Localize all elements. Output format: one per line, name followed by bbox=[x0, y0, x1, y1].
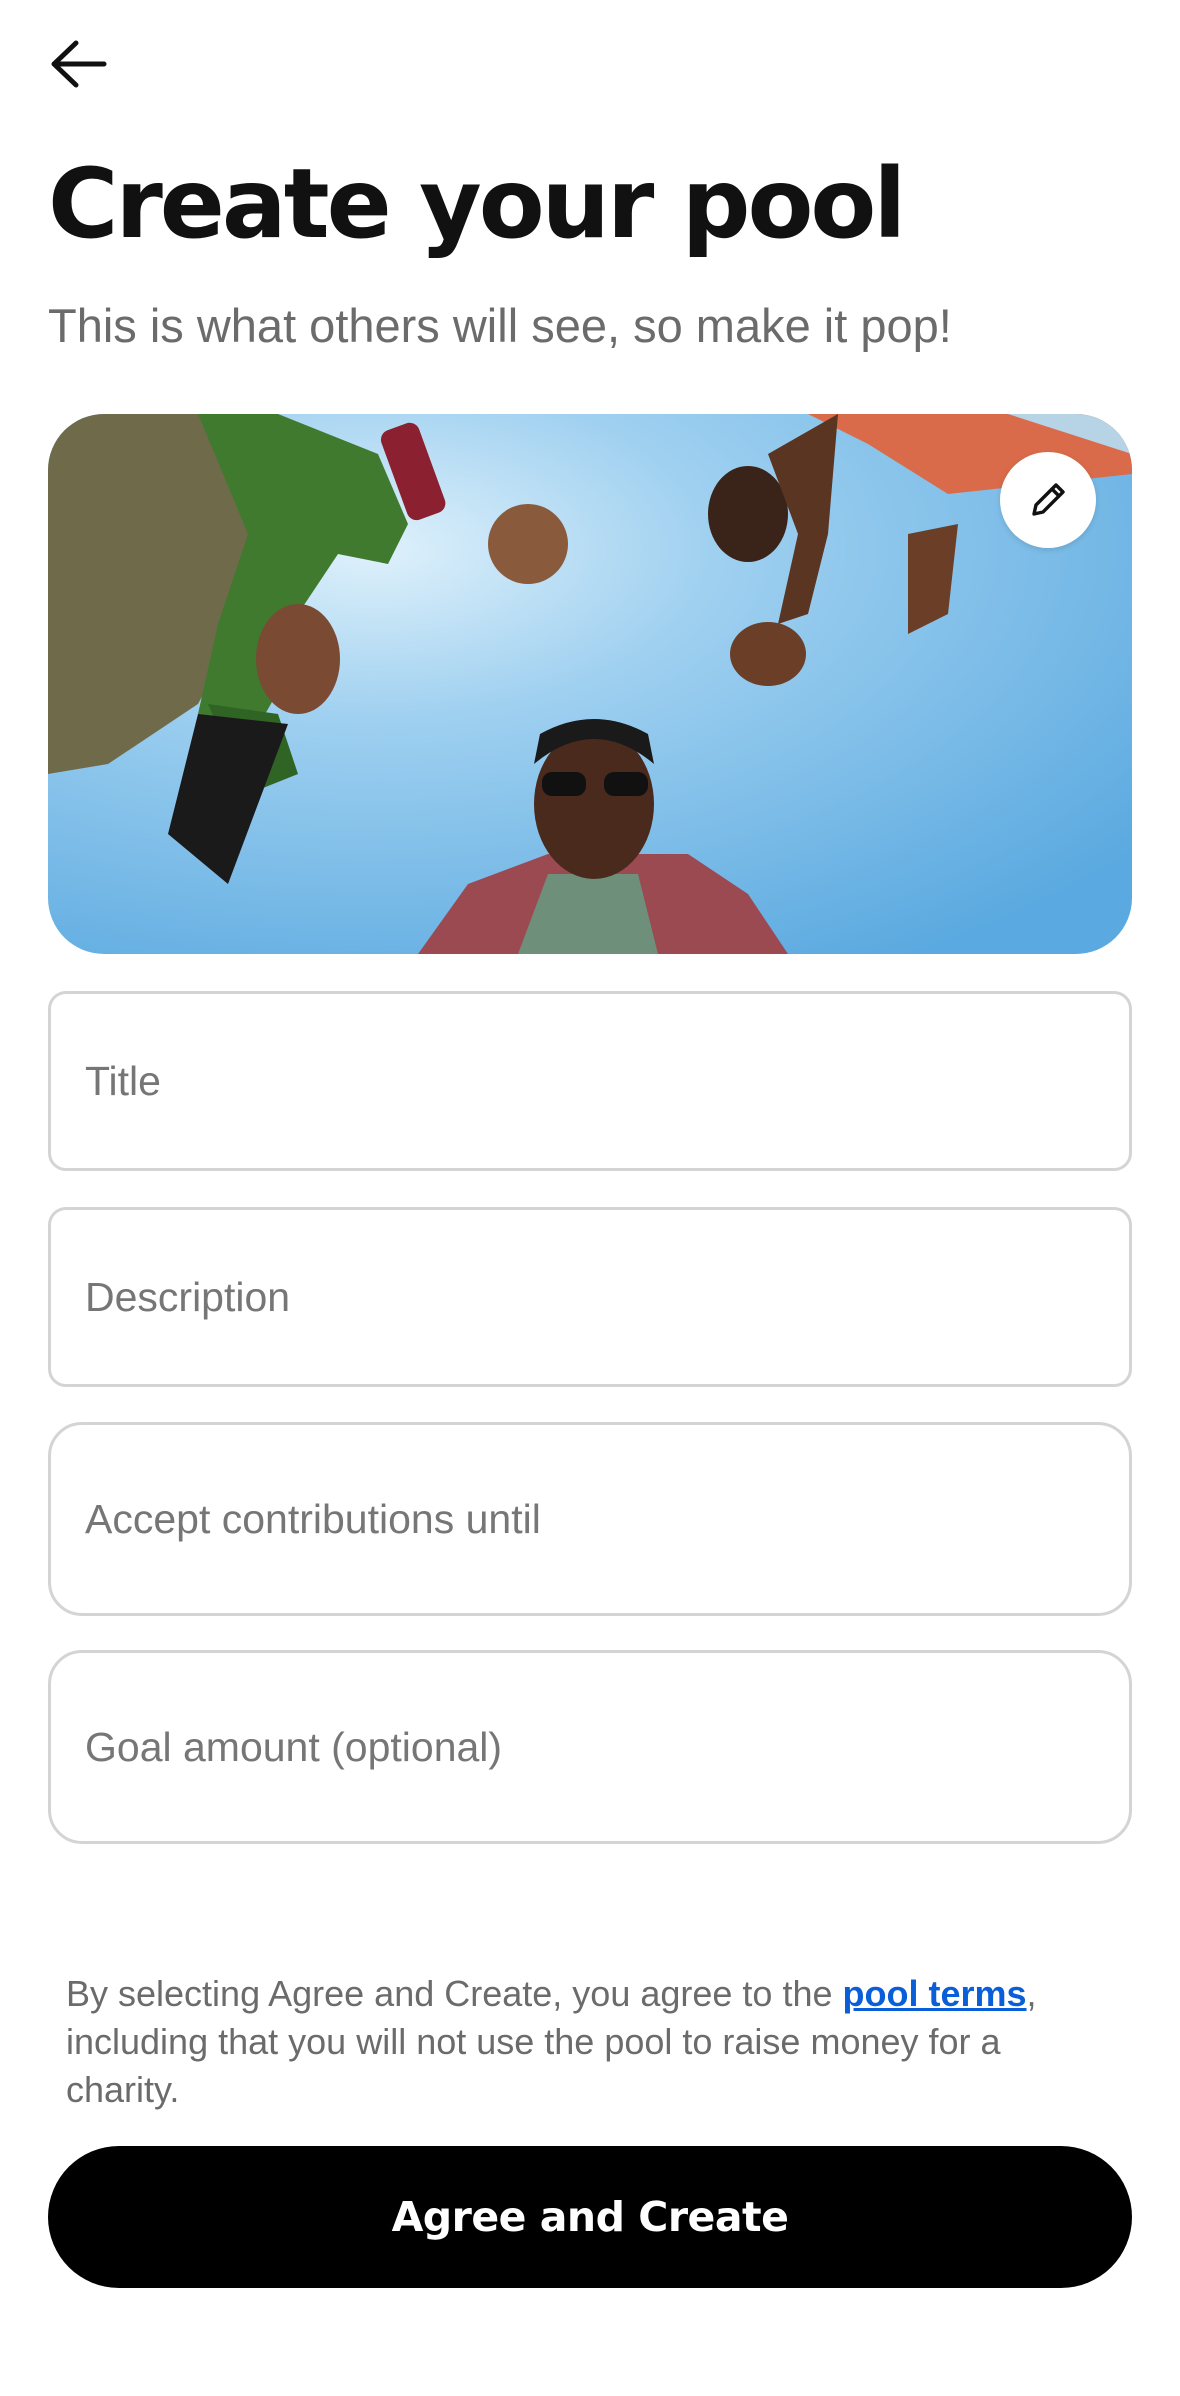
description-field[interactable] bbox=[48, 1207, 1132, 1387]
goal-amount-field[interactable] bbox=[48, 1650, 1132, 1844]
back-button[interactable] bbox=[48, 36, 120, 92]
pool-terms-link[interactable]: pool terms bbox=[843, 1973, 1027, 2014]
cover-photo bbox=[48, 414, 1132, 954]
page-subtitle: This is what others will see, so make it… bbox=[48, 299, 952, 352]
terms-text-before: By selecting Agree and Create, you agree… bbox=[66, 1973, 843, 2014]
contributions-until-field[interactable] bbox=[48, 1422, 1132, 1616]
description-input[interactable] bbox=[85, 1210, 1095, 1384]
edit-cover-button[interactable] bbox=[1000, 452, 1096, 548]
arrow-left-icon bbox=[51, 40, 107, 88]
terms-text: By selecting Agree and Create, you agree… bbox=[66, 1970, 1076, 2114]
page-title: Create your pool bbox=[48, 148, 906, 260]
title-input[interactable] bbox=[85, 994, 1095, 1168]
agree-and-create-button[interactable]: Agree and Create bbox=[48, 2146, 1132, 2288]
cover-image bbox=[48, 414, 1132, 954]
title-field[interactable] bbox=[48, 991, 1132, 1171]
goal-amount-input[interactable] bbox=[85, 1653, 1095, 1841]
contributions-until-input[interactable] bbox=[85, 1425, 1095, 1613]
pencil-icon bbox=[1032, 483, 1065, 516]
